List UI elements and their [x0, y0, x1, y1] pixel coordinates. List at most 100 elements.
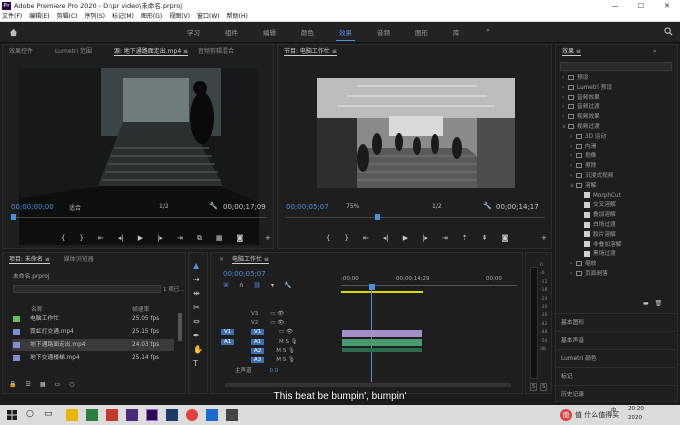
taskbar-browser-icon[interactable]	[206, 409, 218, 421]
workspace-audio[interactable]: 音频	[377, 27, 390, 37]
camera-icon[interactable]: ◙	[236, 234, 243, 243]
close-button[interactable]: ✕	[654, 0, 680, 12]
tab-lumetri-scopes[interactable]: Lumetri 范围	[55, 48, 92, 55]
mark-out-icon[interactable]: }	[79, 234, 83, 243]
program-scrubber[interactable]	[286, 217, 545, 218]
project-item[interactable]: 霓虹灯交通.mp4 25.15 fps	[12, 326, 174, 338]
track-select-tool-icon[interactable]: ⇢	[193, 275, 203, 284]
effect-item[interactable]: 白场过渡	[558, 221, 616, 231]
source-timecode[interactable]: 00;00;00;00	[11, 203, 54, 211]
add-marker-icon[interactable]: ▾	[271, 282, 274, 289]
project-item[interactable]: 电脑工作忙 25.05 fps	[12, 313, 174, 325]
wrench-icon[interactable]: 🔧	[209, 202, 218, 210]
after-effects-icon[interactable]	[126, 409, 138, 421]
program-mark-in-icon[interactable]: {	[326, 234, 330, 242]
menu-sequence[interactable]: 序列(S)	[85, 12, 106, 21]
windows-start-icon[interactable]	[6, 409, 18, 421]
time-ruler[interactable]	[341, 285, 517, 289]
go-to-in-icon[interactable]: ⇤	[98, 234, 104, 243]
source-scrubber[interactable]	[11, 217, 267, 218]
tab-program[interactable]: 节目: 电脑工作忙 ≡	[284, 48, 337, 56]
program-step-back-icon[interactable]: ◂|	[383, 234, 389, 242]
effect-item[interactable]: 胶片溶解	[558, 231, 616, 241]
source-playhead[interactable]	[11, 214, 16, 220]
timeline-h-scrollbar[interactable]	[225, 383, 511, 387]
program-timecode[interactable]: 00;00;05;07	[286, 203, 329, 211]
freeform-view-icon[interactable]: ▭	[55, 381, 61, 388]
task-view-icon[interactable]: ▭	[44, 409, 56, 421]
effects-search-input[interactable]	[560, 62, 672, 71]
search-taskbar-icon[interactable]: ○	[26, 409, 38, 421]
menu-edit[interactable]: 编辑(E)	[29, 12, 49, 21]
column-frame-rate[interactable]: 帧速率	[132, 304, 149, 313]
chrome-icon[interactable]	[186, 409, 198, 421]
effect-folder[interactable]: › 内滑	[558, 143, 596, 153]
go-to-out-icon[interactable]: ⇥	[177, 234, 183, 243]
workspace-color[interactable]: 颜色	[301, 27, 314, 37]
menu-file[interactable]: 文件(F)	[2, 12, 22, 21]
mark-in-icon[interactable]: {	[61, 234, 65, 243]
tab-effect-controls[interactable]: 效果控件	[9, 48, 33, 55]
source-fit-dropdown[interactable]: 适合	[69, 203, 81, 212]
workspace-learn[interactable]: 学习	[187, 27, 200, 37]
ripple-edit-tool-icon[interactable]: ⇹	[193, 289, 203, 298]
program-wrench-icon[interactable]: 🔧	[483, 202, 492, 210]
track-a3[interactable]: A3 M S 🎙	[251, 357, 295, 363]
tab-media-browser[interactable]: 媒体浏览器	[64, 256, 94, 263]
program-play-icon[interactable]: ▶	[403, 234, 408, 242]
program-mark-out-icon[interactable]: }	[344, 234, 348, 242]
nest-icon[interactable]: ⌘	[223, 282, 229, 289]
program-camera-icon[interactable]: ◙	[502, 234, 509, 242]
minimize-button[interactable]: —	[602, 0, 628, 12]
source-resolution-dropdown[interactable]: 1/2	[159, 203, 169, 210]
razor-tool-icon[interactable]: ✂	[193, 303, 203, 312]
step-forward-icon[interactable]: |▸	[157, 234, 163, 243]
program-resolution-dropdown[interactable]: 1/2	[432, 203, 442, 210]
program-zoom-dropdown[interactable]: 75%	[346, 203, 359, 210]
section-markers[interactable]: 标记	[556, 367, 677, 385]
source-patch-a1[interactable]: A1	[221, 339, 235, 345]
timeline-wrench-icon[interactable]: 🔧	[284, 282, 291, 289]
menu-clip[interactable]: 剪辑(C)	[57, 12, 78, 21]
track-a2[interactable]: A2 M S 🎙	[251, 348, 295, 354]
slip-tool-icon[interactable]: ⇔	[193, 317, 203, 326]
solo-button-left[interactable]: S	[530, 383, 538, 391]
extract-icon[interactable]: ⇞	[482, 234, 488, 242]
effect-item[interactable]: 交叉溶解	[558, 201, 616, 211]
effect-folder[interactable]: › Lumetri 预设	[558, 84, 612, 94]
lift-icon[interactable]: ⇡	[462, 234, 468, 242]
close-tab-icon[interactable]: ✕	[219, 256, 224, 263]
step-back-icon[interactable]: ◂|	[118, 234, 124, 243]
workspace-effects[interactable]: 效果	[336, 27, 355, 41]
program-go-to-out-icon[interactable]: ⇥	[442, 234, 448, 242]
effect-folder[interactable]: › 3D 运动	[558, 133, 606, 143]
play-icon[interactable]: ▶	[138, 234, 143, 243]
clock-date[interactable]: 2020	[628, 415, 642, 421]
effect-item[interactable]: 黑场过渡	[558, 250, 616, 260]
overwrite-icon[interactable]: ▦	[216, 234, 223, 243]
ime-indicator[interactable]: 中	[611, 406, 617, 414]
insert-icon[interactable]: ⧉	[197, 234, 202, 243]
program-step-forward-icon[interactable]: |▸	[422, 234, 428, 242]
effect-folder[interactable]: › 页面剥落	[558, 270, 608, 280]
section-essential-sound[interactable]: 基本声音	[556, 331, 677, 349]
photoshop-icon[interactable]	[166, 409, 178, 421]
search-icon[interactable]	[664, 27, 673, 36]
effects-title[interactable]: 效果 ≡	[562, 48, 581, 56]
selection-tool-icon[interactable]: ▲	[193, 261, 203, 270]
audio-clip-a1[interactable]	[342, 339, 422, 346]
track-v1[interactable]: V1 V1 ▭ 👁	[211, 329, 339, 337]
effect-folder[interactable]: › 音频过渡	[558, 103, 600, 113]
program-playhead[interactable]	[375, 214, 380, 220]
file-explorer-icon[interactable]	[66, 409, 78, 421]
effect-folder[interactable]: › 划像	[558, 152, 596, 162]
delete-icon[interactable]: 🗑	[655, 300, 663, 307]
tab-source[interactable]: 源: 地下通路面走出.mp4 ≡	[113, 48, 189, 56]
program-add-button-icon[interactable]: +	[541, 234, 547, 242]
source-patch-v1[interactable]: V1	[221, 329, 235, 335]
hand-tool-icon[interactable]: ✋	[193, 345, 203, 354]
section-lumetri-color[interactable]: Lumetri 颜色	[556, 349, 677, 367]
workspace-assembly[interactable]: 组件	[225, 27, 238, 37]
effect-folder[interactable]: › 沉浸式视频	[558, 172, 613, 182]
track-a1[interactable]: A1 A1 M S 🎙	[211, 339, 339, 347]
